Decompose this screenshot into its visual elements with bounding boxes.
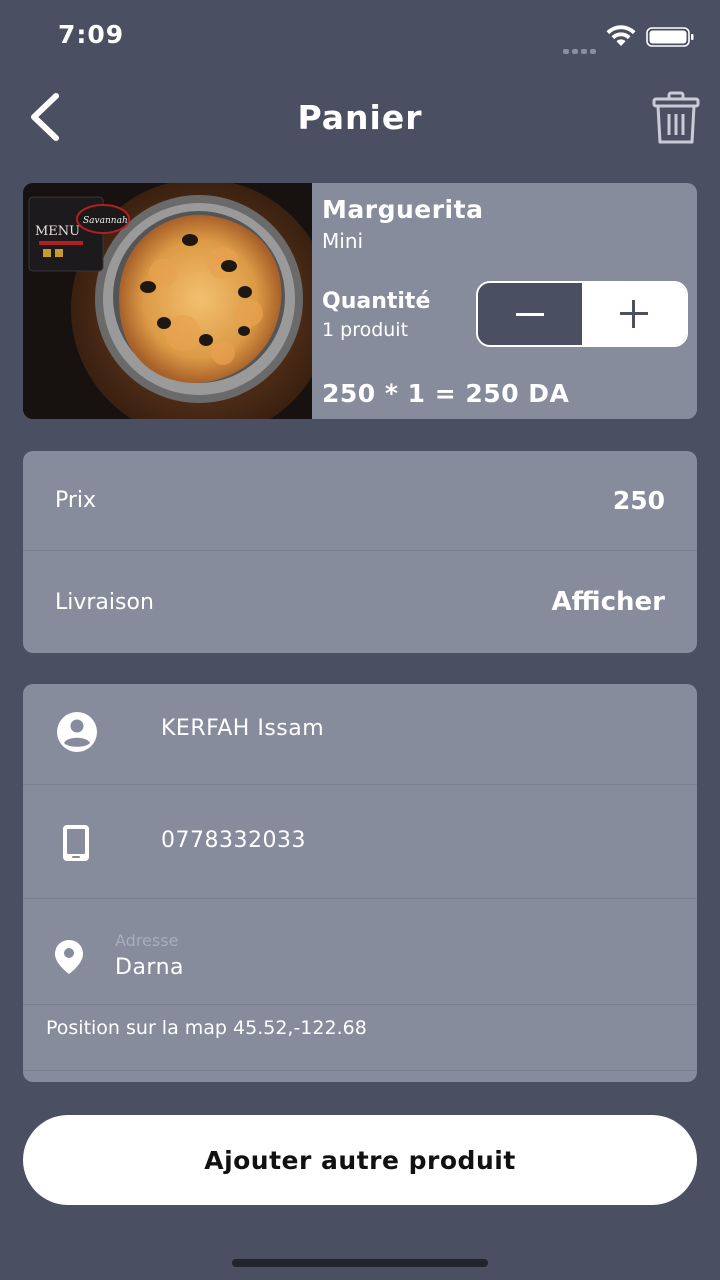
header: Panier [0, 80, 720, 156]
product-size: Mini [322, 229, 364, 253]
status-time: 7:09 [58, 20, 125, 49]
home-indicator [232, 1259, 488, 1267]
cart-item-card: MENU Savannah Marguerita Mini Quantité 1… [23, 183, 697, 419]
quantity-count: 1 produit [322, 319, 409, 341]
trash-icon [652, 91, 700, 144]
increment-button[interactable] [582, 283, 686, 345]
delivery-row: Livraison Afficher [23, 552, 697, 652]
account-circle-icon [57, 712, 97, 752]
address-value: Darna [115, 955, 185, 980]
product-name: Marguerita [322, 195, 484, 224]
phone-row[interactable]: 0778332033 [23, 785, 697, 899]
customer-phone: 0778332033 [161, 828, 306, 853]
plus-icon [620, 300, 648, 328]
add-product-button[interactable]: Ajouter autre produit [23, 1115, 697, 1205]
price-value: 250 [612, 486, 665, 515]
page-title: Panier [297, 98, 423, 137]
price-summary-card: Prix 250 Livraison Afficher [23, 451, 697, 653]
product-info: Marguerita Mini Quantité 1 produit 250 *… [322, 183, 697, 419]
address-label: Adresse [115, 931, 179, 950]
address-row[interactable]: Adresse Darna [23, 899, 697, 1005]
line-total: 250 * 1 = 250 DA [322, 379, 570, 408]
show-delivery-button[interactable]: Afficher [552, 587, 666, 617]
delete-cart-button[interactable] [650, 90, 702, 146]
phone-icon [63, 825, 89, 861]
map-position: Position sur la map 45.52,-122.68 [46, 1017, 367, 1039]
minus-icon [516, 312, 544, 316]
quantity-label: Quantité [322, 289, 431, 314]
customer-info-card: KERFAH Issam 0778332033 Adresse Darna Po… [23, 684, 697, 1082]
product-image: MENU Savannah [23, 183, 312, 419]
battery-icon [646, 27, 694, 47]
customer-name: KERFAH Issam [161, 716, 325, 741]
delivery-label: Livraison [55, 589, 154, 615]
location-pin-icon [55, 940, 83, 974]
pizza-image: MENU Savannah [23, 183, 312, 419]
price-row: Prix 250 [23, 451, 697, 551]
image-logo-text: Savannah [83, 216, 128, 226]
signal-icon [563, 39, 599, 54]
position-row[interactable]: Position sur la map 45.52,-122.68 [23, 1005, 697, 1071]
wifi-icon [606, 25, 636, 46]
status-bar: 7:09 [0, 0, 720, 72]
quantity-stepper [476, 281, 688, 347]
menu-text: MENU [35, 224, 80, 239]
price-label: Prix [55, 488, 97, 513]
decrement-button[interactable] [478, 283, 582, 345]
name-row[interactable]: KERFAH Issam [23, 684, 697, 785]
